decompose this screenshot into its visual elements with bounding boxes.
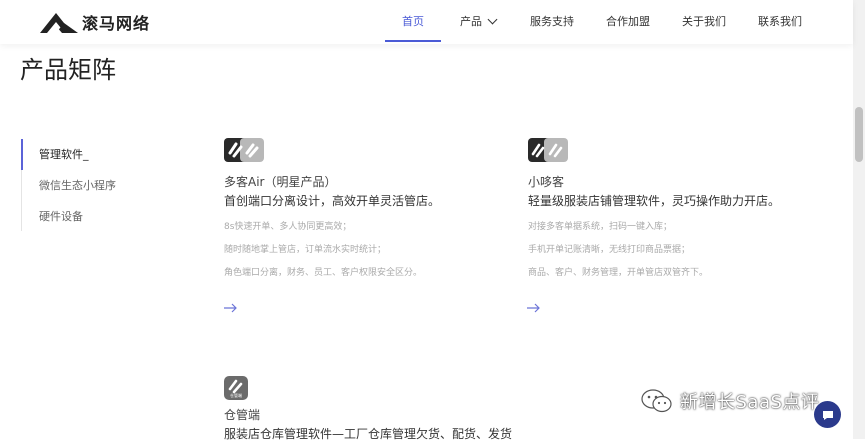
nav-partnership[interactable]: 合作加盟 bbox=[606, 0, 650, 40]
product-feature: 商品、客户、财务管理，开单管店双管齐下。 bbox=[528, 268, 709, 278]
nav-label: 合作加盟 bbox=[606, 15, 650, 28]
product-feature: 角色端口分离，财务、员工、客户权限安全区分。 bbox=[224, 268, 423, 278]
chevron-down-icon bbox=[487, 14, 498, 25]
arrow-right-icon[interactable] bbox=[224, 303, 238, 313]
product-name: 多客Air（明星产品） bbox=[224, 175, 337, 189]
sidebar-item-hardware[interactable]: 硬件设备 bbox=[22, 201, 142, 232]
product-feature: 8s快速开单、多人协同更高效； bbox=[224, 222, 352, 232]
product-card-warehouse: 仓管端 仓管端 服装店仓库管理软件—工厂仓库管理欠货、配货、发货 bbox=[224, 376, 514, 442]
scrollbar-thumb[interactable] bbox=[855, 107, 863, 162]
nav-products[interactable]: 产品 bbox=[458, 0, 498, 40]
product-feature: 随时随地掌上管店，订单流水实时统计； bbox=[224, 245, 387, 255]
warehouse-logo-icon: 仓管端 bbox=[224, 376, 248, 400]
arrow-right-icon[interactable] bbox=[527, 303, 541, 313]
wechat-watermark: 新增长SaaS点评 bbox=[640, 388, 819, 414]
nav-home[interactable]: 首页 bbox=[385, 0, 441, 42]
nav-label: 联系我们 bbox=[758, 15, 802, 28]
xiaoduoke-logo-icon bbox=[528, 138, 568, 162]
nav-about-us[interactable]: 关于我们 bbox=[682, 0, 726, 40]
sidebar-item-label: 管理软件_ bbox=[39, 148, 89, 161]
nav-service-support[interactable]: 服务支持 bbox=[530, 0, 574, 40]
product-description: 轻量级服装店铺管理软件，灵巧操作助力开店。 bbox=[528, 194, 781, 208]
duoke-air-logo-icon bbox=[224, 138, 264, 162]
chat-button[interactable] bbox=[814, 401, 841, 428]
sidebar-item-label: 硬件设备 bbox=[39, 210, 83, 223]
nav-label: 关于我们 bbox=[682, 15, 726, 28]
sidebar-item-label: 微信生态小程序 bbox=[39, 179, 116, 192]
page-scrollbar[interactable] bbox=[853, 0, 865, 439]
brand-name: 滚马网络 bbox=[82, 14, 151, 33]
product-card-duoke-air: 多客Air（明星产品） 首创端口分离设计，高效开单灵活管店。 8s快速开单、多人… bbox=[224, 138, 514, 279]
product-description: 首创端口分离设计，高效开单灵活管店。 bbox=[224, 194, 441, 208]
category-sidebar: 管理软件_ 微信生态小程序 硬件设备 bbox=[21, 139, 142, 231]
logo-mark-icon bbox=[40, 13, 78, 33]
chat-bubble-icon bbox=[822, 410, 833, 420]
wechat-icon bbox=[641, 389, 672, 413]
product-card-xiaoduoke: 小哆客 轻量级服装店铺管理软件，灵巧操作助力开店。 对接多客单据系统，扫码一键入… bbox=[528, 138, 818, 279]
sidebar-item-management-software[interactable]: 管理软件_ bbox=[21, 139, 142, 170]
product-feature: 对接多客单据系统，扫码一键入库； bbox=[528, 222, 673, 232]
watermark-text: 新增长SaaS点评 bbox=[680, 392, 820, 413]
nav-contact-us[interactable]: 联系我们 bbox=[758, 0, 802, 40]
nav-label: 服务支持 bbox=[530, 15, 574, 28]
product-name: 小哆客 bbox=[528, 175, 565, 189]
product-description: 服装店仓库管理软件—工厂仓库管理欠货、配货、发货 bbox=[224, 427, 513, 441]
sidebar-item-wechat-miniprogram[interactable]: 微信生态小程序 bbox=[22, 170, 142, 201]
product-feature: 手机开单记账清晰，无线打印商品票据； bbox=[528, 245, 691, 255]
brand-logo[interactable]: 滚马网络 bbox=[38, 9, 150, 35]
page-title: 产品矩阵 bbox=[20, 56, 116, 84]
nav-label: 首页 bbox=[402, 15, 424, 28]
product-name: 仓管端 bbox=[224, 408, 261, 422]
top-nav-bar: 滚马网络 首页 产品 服务支持 合作加盟 关于我们 联系我们 bbox=[0, 0, 853, 44]
warehouse-logo-caption: 仓管端 bbox=[230, 393, 242, 398]
nav-label: 产品 bbox=[460, 15, 482, 28]
